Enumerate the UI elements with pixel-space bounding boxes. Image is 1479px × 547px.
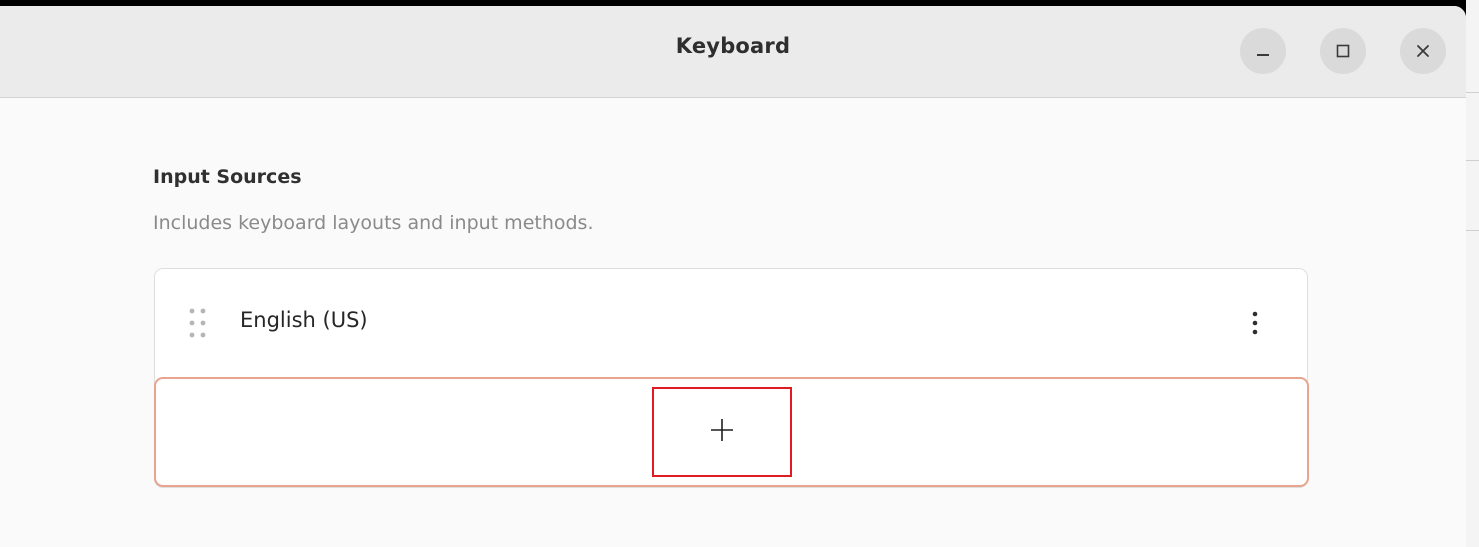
screen: Keyboard Input Sources Includes keyboard… xyxy=(0,0,1479,547)
section-description: Includes keyboard layouts and input meth… xyxy=(153,212,594,234)
add-input-source-row[interactable] xyxy=(154,377,1309,487)
input-sources-list: English (US) xyxy=(154,268,1309,488)
keyboard-window: Keyboard Input Sources Includes keyboard… xyxy=(0,6,1466,547)
input-source-row[interactable]: English (US) xyxy=(155,269,1307,377)
add-input-source-button[interactable] xyxy=(652,387,792,477)
title-bar[interactable]: Keyboard xyxy=(0,6,1466,98)
section-title: Input Sources xyxy=(153,166,302,188)
drag-handle-icon[interactable] xyxy=(187,306,209,340)
close-button[interactable] xyxy=(1400,28,1446,74)
input-source-label: English (US) xyxy=(240,308,368,332)
maximize-button[interactable] xyxy=(1320,28,1366,74)
plus-icon xyxy=(709,417,735,448)
minimize-button[interactable] xyxy=(1240,28,1286,74)
minimize-icon xyxy=(1255,43,1271,59)
desktop-background xyxy=(1466,0,1479,547)
more-options-icon[interactable] xyxy=(1241,307,1269,339)
close-icon xyxy=(1415,43,1431,59)
maximize-icon xyxy=(1335,43,1351,59)
content-area: Input Sources Includes keyboard layouts … xyxy=(0,98,1466,547)
